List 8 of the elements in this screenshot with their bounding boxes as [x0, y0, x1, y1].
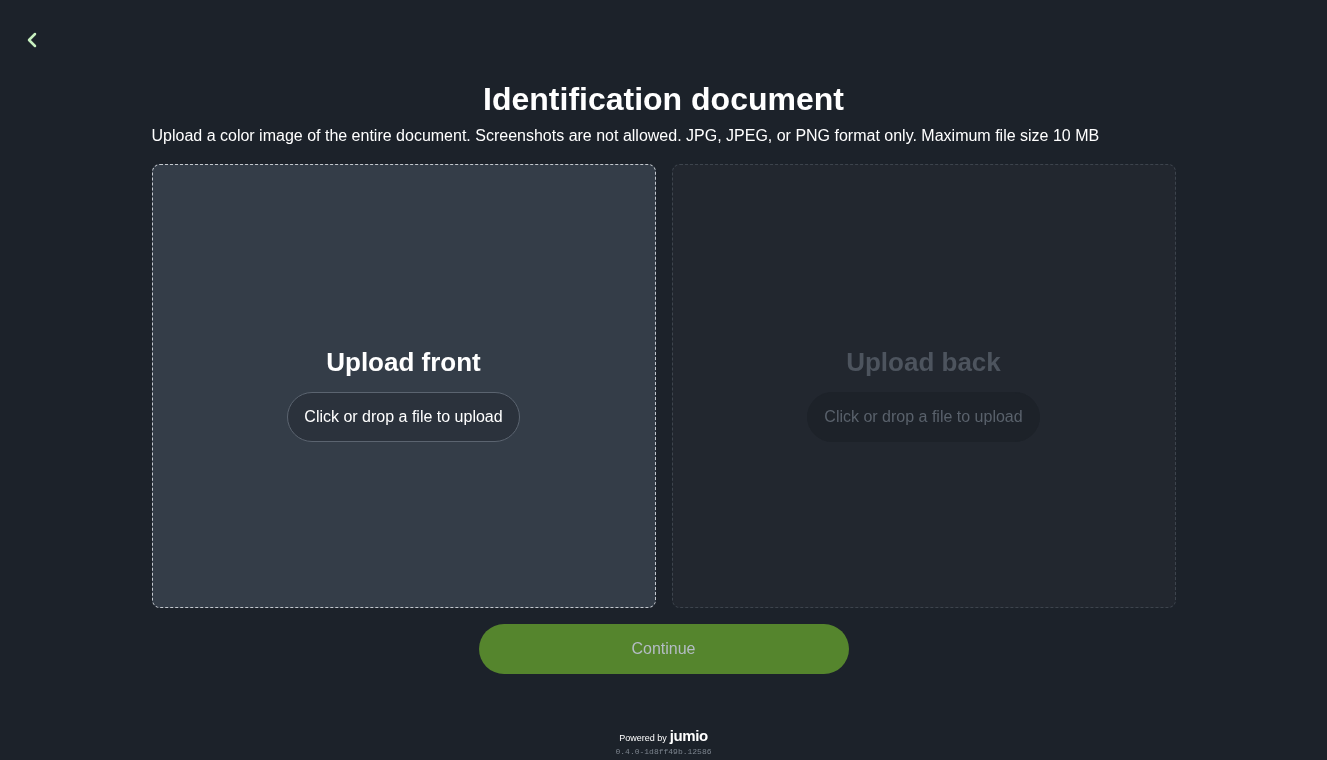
powered-by-text: Powered by — [619, 732, 667, 745]
upload-file-button[interactable]: Click or drop a file to upload — [287, 392, 520, 442]
page-subtitle: Upload a color image of the entire document. Screenshots are not allowed. JPG, JPEG, or PNG format only. Maximum file size 10 MB — [151, 126, 1101, 146]
brand-logo: jumio — [669, 728, 708, 744]
upload-dropzone[interactable]: Upload front Click or drop a file to upload — [151, 164, 656, 608]
page-title: Identification document — [483, 80, 844, 119]
version-text: 0.4.0-1d8ff49b.12586 — [615, 746, 712, 757]
upload-title: Upload front — [326, 346, 481, 378]
